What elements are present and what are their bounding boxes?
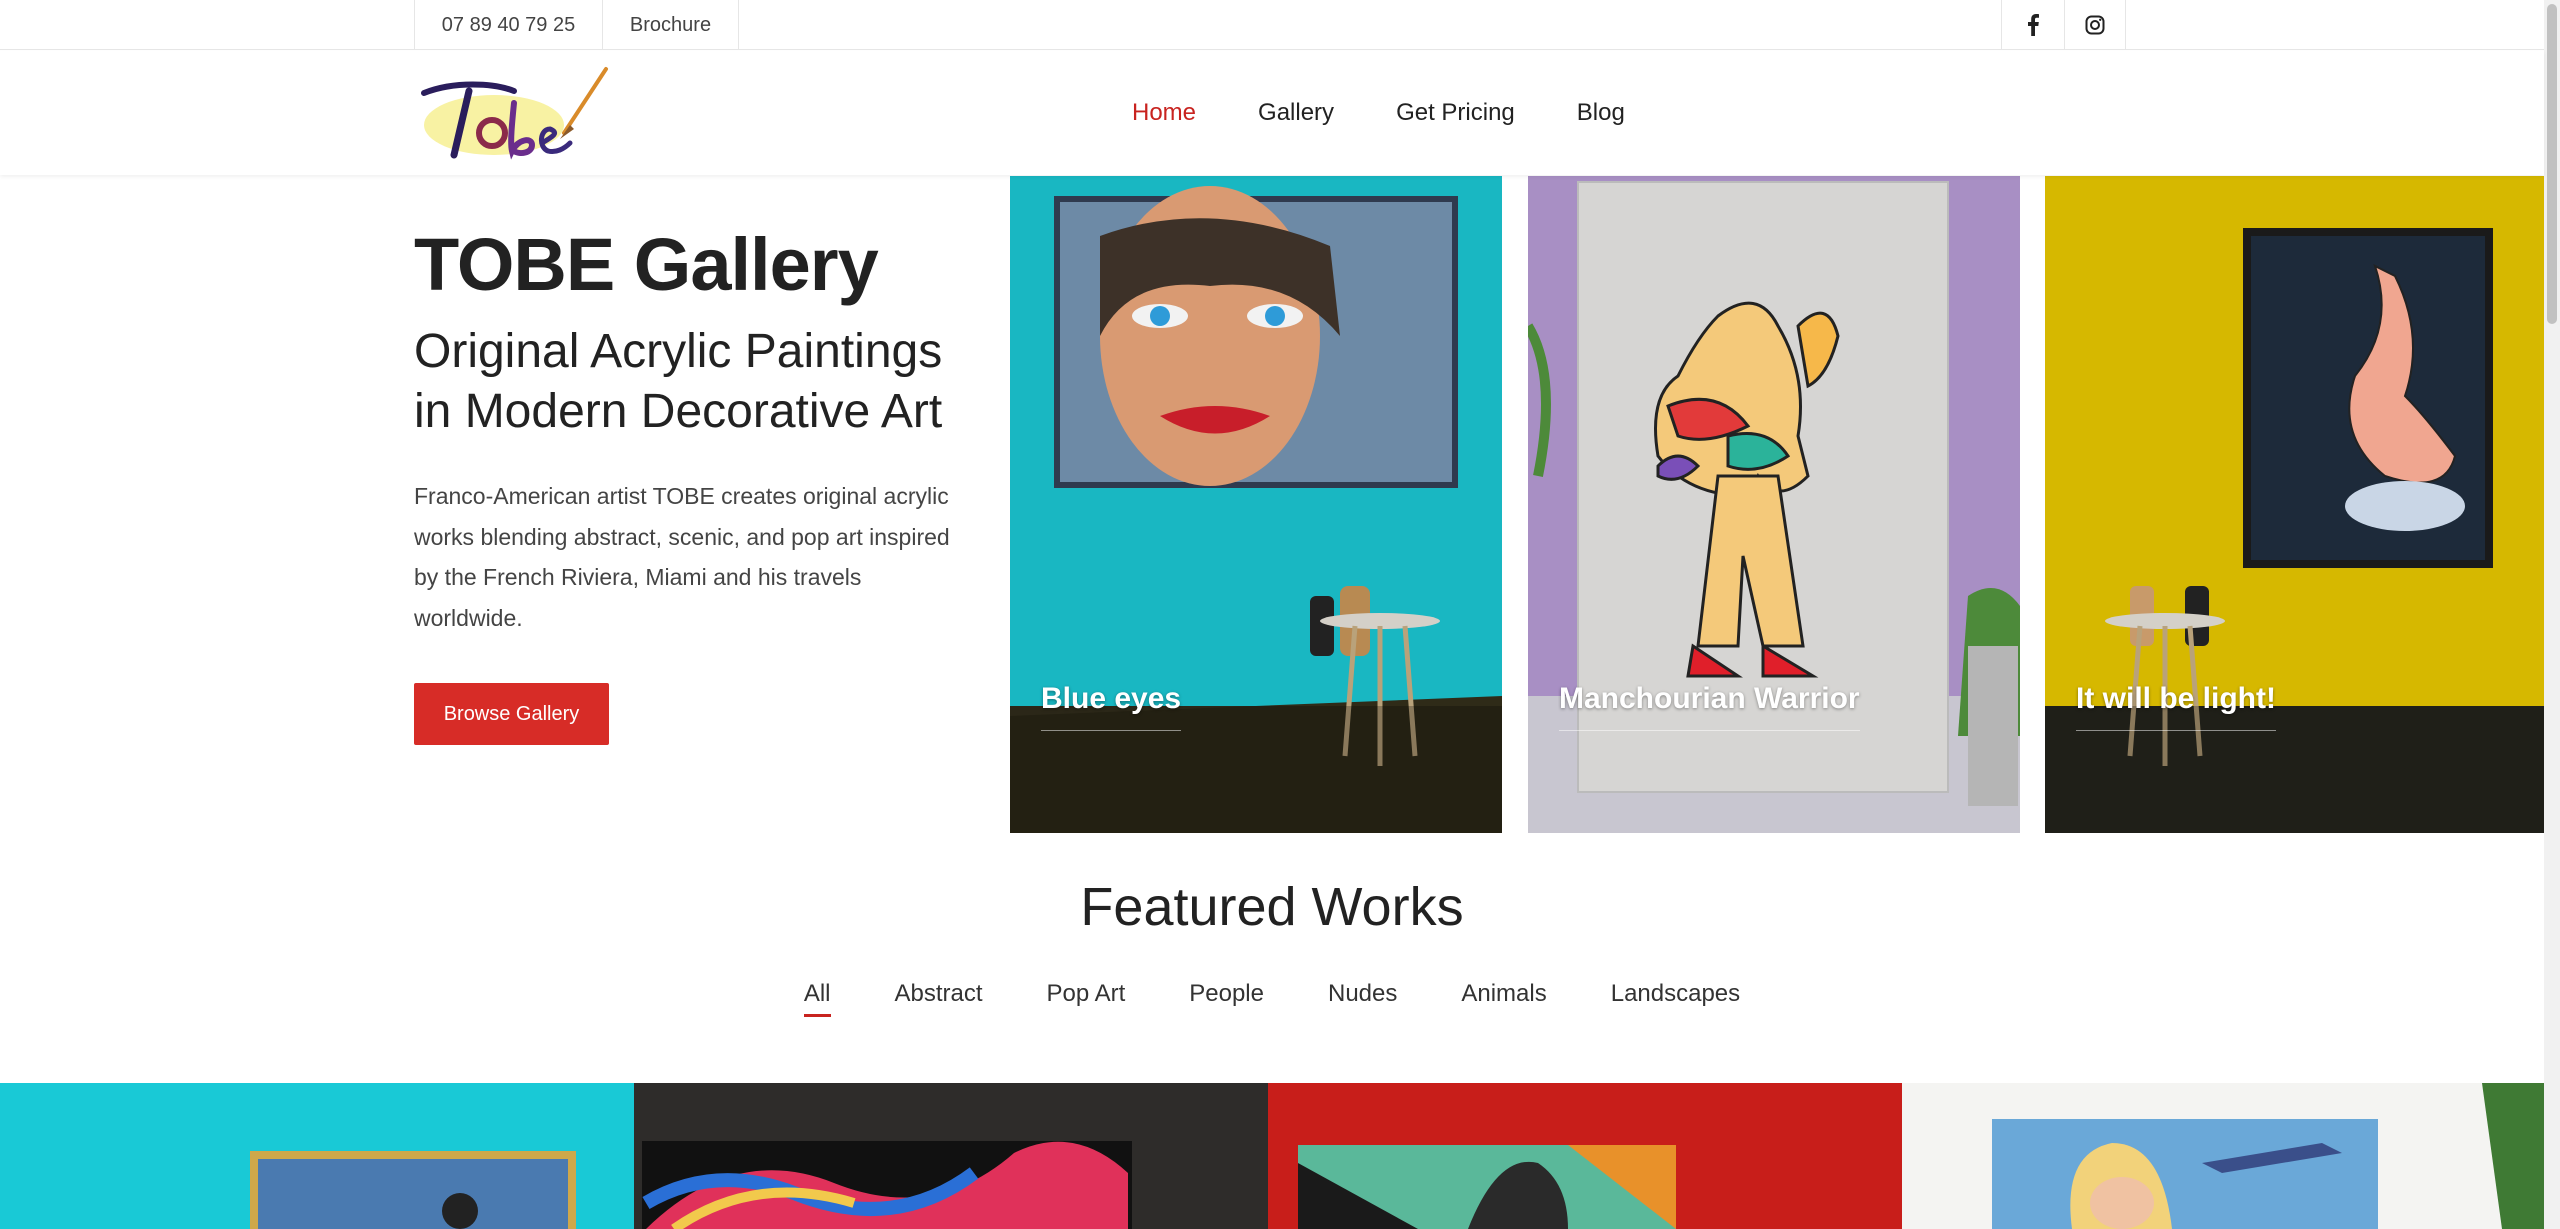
featured-thumb-image xyxy=(1902,1083,2544,1229)
brochure-text: Brochure xyxy=(629,13,712,36)
filter-tabs: All Abstract Pop Art People Nudes Animal… xyxy=(0,980,2544,1017)
facebook-link[interactable] xyxy=(2001,0,2064,50)
filter-pop-art[interactable]: Pop Art xyxy=(1047,980,1126,1017)
scrollbar-thumb[interactable] xyxy=(2547,4,2557,324)
nav-get-pricing[interactable]: Get Pricing xyxy=(1396,99,1515,127)
card-manchourian-warrior-image xyxy=(1528,176,2020,833)
featured-thumb-image xyxy=(0,1083,634,1229)
nav-blog[interactable]: Blog xyxy=(1577,99,1625,127)
hero-description: Franco-American artist TOBE creates orig… xyxy=(414,483,950,631)
card-blue-eyes[interactable]: Blue eyes xyxy=(1010,176,1502,833)
instagram-link[interactable] xyxy=(2064,0,2126,50)
card-it-will-be-light-image xyxy=(2045,176,2544,833)
filter-animals[interactable]: Animals xyxy=(1461,980,1546,1017)
featured-thumb[interactable] xyxy=(1902,1083,2544,1229)
phone-number[interactable]: 07 89 40 79 25 xyxy=(414,0,602,50)
card-caption: Manchourian Warrior xyxy=(1559,682,1860,731)
main-nav: Home Gallery Get Pricing Blog xyxy=(1132,51,1687,175)
filter-nudes[interactable]: Nudes xyxy=(1328,980,1397,1017)
facebook-icon xyxy=(2028,14,2039,36)
featured-thumb[interactable] xyxy=(0,1083,634,1229)
card-caption: It will be light! xyxy=(2076,682,2276,731)
featured-thumb-image xyxy=(634,1083,1268,1229)
hero-title: TOBE Gallery xyxy=(414,223,879,306)
brochure-link[interactable]: Brochure xyxy=(602,0,739,50)
browse-gallery-button[interactable]: Browse Gallery xyxy=(414,683,609,745)
top-bar: 07 89 40 79 25 Brochure xyxy=(0,0,2544,50)
page-scrollbar[interactable] xyxy=(2544,0,2560,1229)
filter-all[interactable]: All xyxy=(803,980,831,1017)
card-it-will-be-light[interactable]: It will be light! xyxy=(2045,176,2544,833)
hero-subtitle: Original Acrylic Paintings in Modern Dec… xyxy=(414,325,943,438)
card-manchourian-warrior[interactable]: Manchourian Warrior xyxy=(1528,176,2020,833)
filter-abstract[interactable]: Abstract xyxy=(895,980,983,1017)
logo[interactable] xyxy=(414,63,610,163)
phone-text: 07 89 40 79 25 xyxy=(441,13,576,36)
filter-landscapes[interactable]: Landscapes xyxy=(1611,980,1740,1017)
card-blue-eyes-image xyxy=(1010,176,1502,833)
logo-image xyxy=(421,67,608,160)
featured-thumb[interactable] xyxy=(1268,1083,1902,1229)
featured-thumb-image xyxy=(1268,1083,1902,1229)
featured-title: Featured Works xyxy=(1080,877,1464,937)
instagram-icon xyxy=(2085,15,2105,35)
site-header: Home Gallery Get Pricing Blog xyxy=(0,51,2544,175)
nav-gallery[interactable]: Gallery xyxy=(1258,99,1334,127)
card-caption: Blue eyes xyxy=(1041,682,1182,731)
nav-home[interactable]: Home xyxy=(1132,99,1196,127)
featured-thumb[interactable] xyxy=(634,1083,1268,1229)
filter-people[interactable]: People xyxy=(1189,980,1264,1017)
